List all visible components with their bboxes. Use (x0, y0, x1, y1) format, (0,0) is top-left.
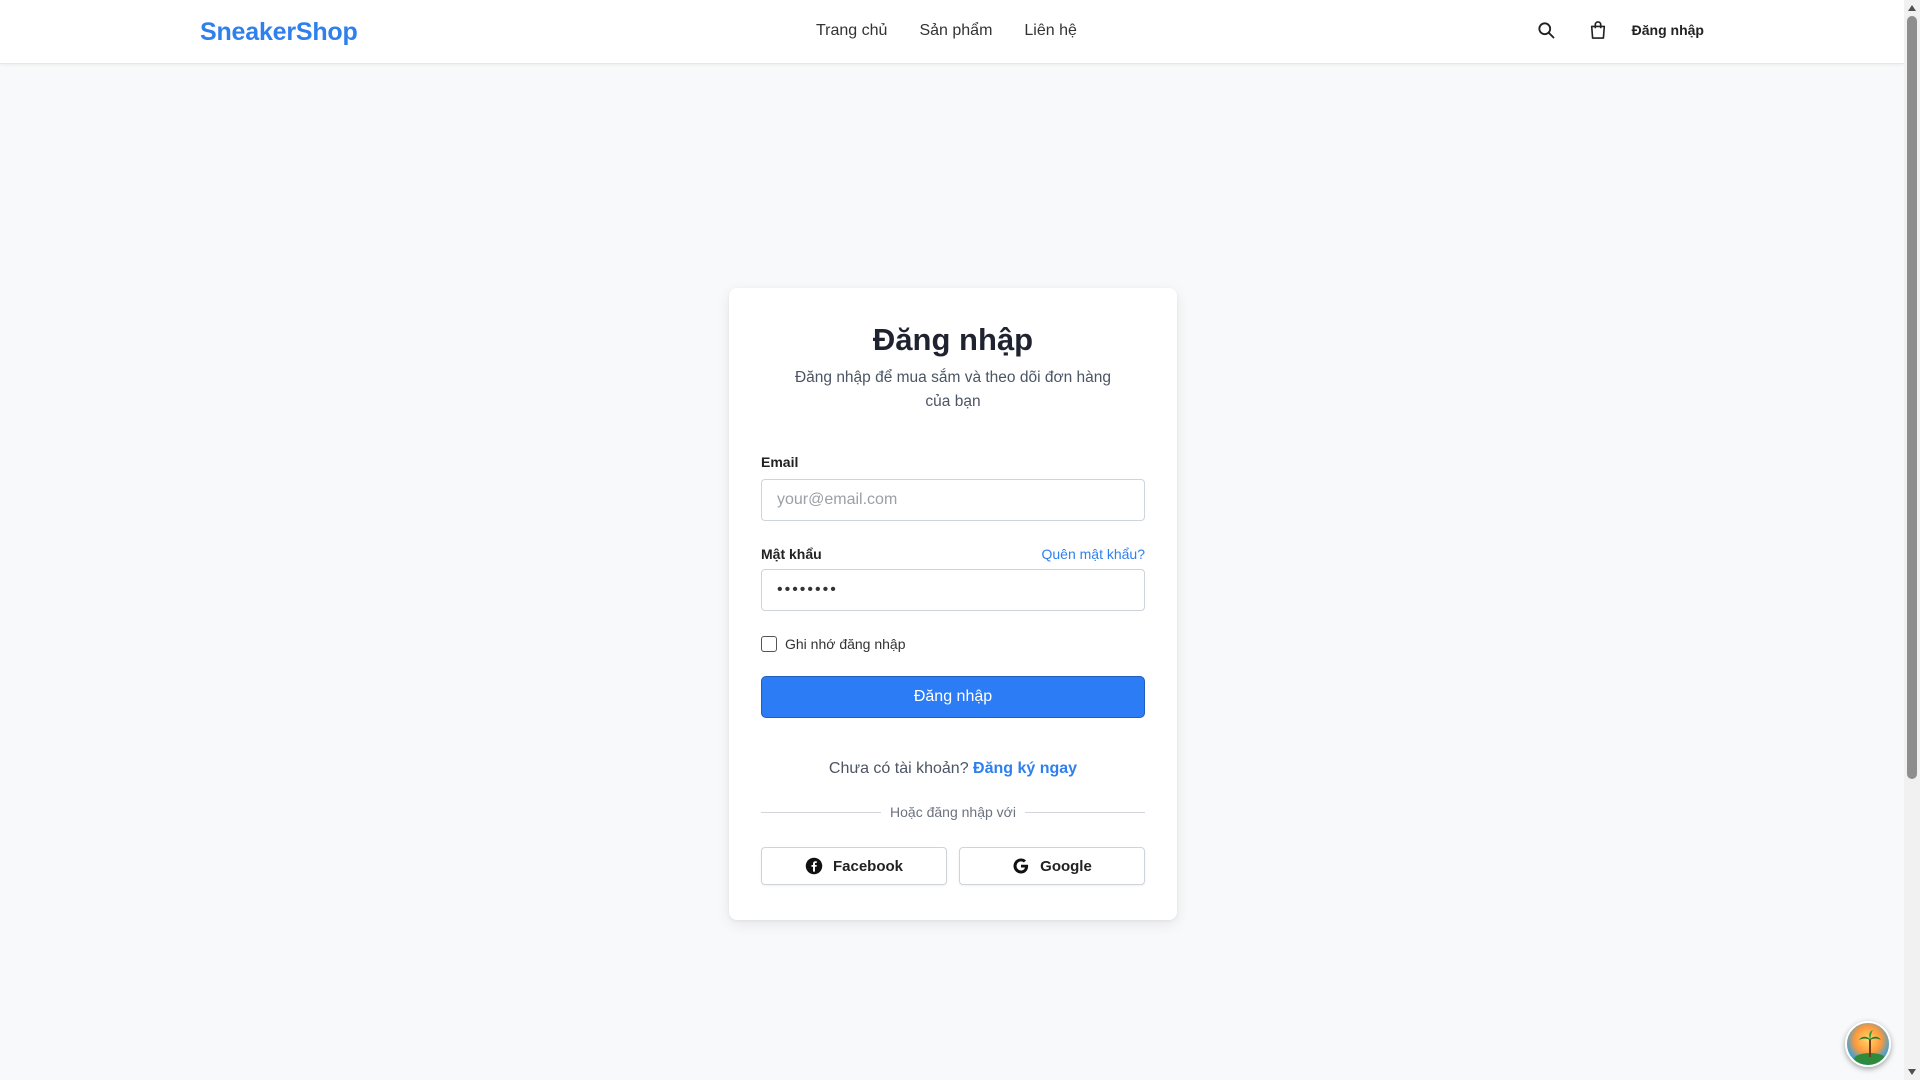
scroll-down-arrow-icon[interactable] (1904, 1064, 1920, 1080)
header-login-link[interactable]: Đăng nhập (1632, 22, 1704, 38)
social-divider: Hoặc đăng nhập với (761, 802, 1145, 822)
email-field[interactable] (761, 479, 1145, 521)
password-group: Mật khẩu Quên mật khẩu? (761, 546, 1145, 611)
email-label: Email (761, 454, 799, 470)
page: SneakerShop Trang chủ Sản phẩm Liên hệ Đ… (0, 0, 1920, 1080)
register-prompt-row: Chưa có tài khoản? Đăng ký ngay (761, 760, 1145, 778)
google-label: Google (1040, 857, 1092, 875)
site-logo[interactable]: SneakerShop (200, 18, 358, 47)
site-header: SneakerShop Trang chủ Sản phẩm Liên hệ Đ… (0, 0, 1904, 64)
login-subtitle: Đăng nhập để mua sắm và theo dõi đơn hàn… (794, 369, 1112, 410)
nav-item-contact[interactable]: Liên hệ (1024, 22, 1077, 40)
main-nav: Trang chủ Sản phẩm Liên hệ (816, 22, 1077, 40)
password-field[interactable] (761, 569, 1145, 611)
remember-me-checkbox[interactable] (761, 636, 777, 652)
register-link[interactable]: Đăng ký ngay (973, 760, 1077, 777)
forgot-password-link[interactable]: Quên mật khẩu? (1041, 546, 1145, 562)
password-label: Mật khẩu (761, 546, 822, 562)
facebook-login-button[interactable]: Facebook (761, 847, 947, 885)
shopping-bag-icon[interactable] (1586, 18, 1610, 42)
facebook-label: Facebook (832, 857, 904, 875)
facebook-icon (805, 857, 823, 875)
divider-text: Hoặc đăng nhập với (890, 804, 1016, 820)
header-actions: Đăng nhập (1534, 18, 1704, 42)
nav-item-home[interactable]: Trang chủ (816, 22, 887, 40)
login-title: Đăng nhập (872, 322, 1034, 357)
google-login-button[interactable]: Google (959, 847, 1145, 885)
email-group: Email (761, 454, 1145, 521)
login-submit-button[interactable]: Đăng nhập (761, 676, 1145, 718)
scrollbar-thumb[interactable] (1907, 16, 1917, 779)
scroll-up-arrow-icon[interactable] (1904, 0, 1920, 16)
remember-me-label[interactable]: Ghi nhớ đăng nhập (785, 636, 906, 652)
divider-line-left (761, 812, 881, 813)
social-buttons: Facebook Google (761, 847, 1145, 885)
google-icon (1012, 857, 1030, 875)
vertical-scrollbar[interactable] (1904, 0, 1920, 1080)
login-card: Đăng nhập Đăng nhập để mua sắm và theo d… (729, 288, 1177, 920)
floating-widget-icon[interactable] (1845, 1021, 1891, 1067)
search-icon[interactable] (1534, 18, 1558, 42)
nav-item-products[interactable]: Sản phẩm (919, 22, 992, 40)
remember-me-row: Ghi nhớ đăng nhập (761, 636, 1145, 652)
register-prompt: Chưa có tài khoản? (828, 760, 969, 777)
divider-line-right (1025, 812, 1145, 813)
